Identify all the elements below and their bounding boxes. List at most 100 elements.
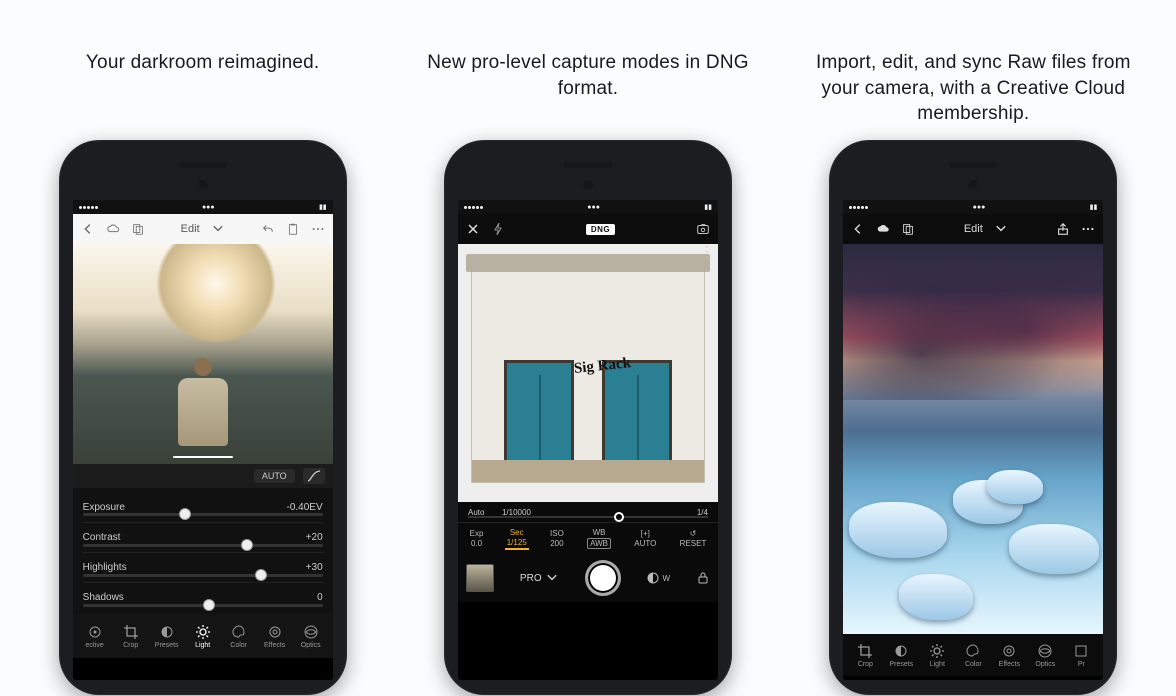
photo-subject xyxy=(178,358,228,446)
cloud-icon[interactable] xyxy=(106,222,120,236)
close-icon[interactable] xyxy=(466,222,480,236)
bottombar-label: ective xyxy=(86,642,104,649)
chevron-down-icon xyxy=(211,222,225,236)
tool-selective[interactable]: ective xyxy=(77,624,113,649)
slider-label: Exposure xyxy=(83,502,125,513)
lock-icon xyxy=(696,571,710,585)
tool-color[interactable]: Color xyxy=(955,643,991,668)
setting-reset[interactable]: ↺RESET xyxy=(678,529,709,548)
tool-light[interactable]: Light xyxy=(185,624,221,649)
setting-sec[interactable]: Sec1/125 xyxy=(505,528,529,550)
switch-camera-icon[interactable] xyxy=(696,222,710,236)
tool-presets[interactable]: Presets xyxy=(149,624,185,649)
tool-color[interactable]: Color xyxy=(221,624,257,649)
photo-preview[interactable] xyxy=(843,244,1103,634)
more-icon[interactable] xyxy=(311,222,325,236)
tone-curve-button[interactable] xyxy=(303,468,325,484)
photo-preview[interactable] xyxy=(73,244,333,464)
slider-value: -0.40EV xyxy=(287,502,323,513)
tool-presets[interactable]: Presets xyxy=(883,643,919,668)
tool-effects[interactable]: Effects xyxy=(991,643,1027,668)
caption-1: Your darkroom reimagined. xyxy=(86,50,319,132)
slider-label: Contrast xyxy=(83,532,121,543)
bottombar-label: Crop xyxy=(123,642,138,649)
slider-shadows[interactable]: Shadows 0 xyxy=(83,582,323,612)
camera-viewfinder[interactable]: Sig Rack ⋮ xyxy=(458,244,718,502)
lock-toggle[interactable] xyxy=(696,571,710,585)
mode-selector[interactable]: PRO xyxy=(520,571,559,585)
histogram-handle[interactable] xyxy=(173,456,233,458)
tool-light[interactable]: Light xyxy=(919,643,955,668)
viewfinder-more-icon[interactable]: ⋮ xyxy=(700,248,714,255)
tool-effects[interactable]: Effects xyxy=(257,624,293,649)
slider-value: +20 xyxy=(306,532,323,543)
setting-iso[interactable]: ISO200 xyxy=(548,529,566,548)
slider-label: Highlights xyxy=(83,562,127,573)
phone-1: ●●●▮▮ Edit xyxy=(59,140,347,695)
copy-icon[interactable] xyxy=(901,222,915,236)
chevron-down-icon xyxy=(994,222,1008,236)
bottombar-label: Light xyxy=(195,642,210,649)
auto-button[interactable]: AUTO xyxy=(254,469,295,483)
undo-icon[interactable] xyxy=(261,222,275,236)
status-bar: ●●●▮▮ xyxy=(73,200,333,214)
slider-value: 0 xyxy=(317,592,323,603)
bottombar-label: Presets xyxy=(889,661,913,668)
edit-title: Edit xyxy=(181,223,200,235)
setting-wb[interactable]: WBAWB xyxy=(585,528,613,549)
bottombar-label: Color xyxy=(230,642,247,649)
camera-topbar: DNG xyxy=(458,214,718,244)
tool-profile[interactable]: Pr xyxy=(1063,643,1099,668)
slider-contrast[interactable]: Contrast +20 xyxy=(83,522,323,552)
bottombar-label: Color xyxy=(965,661,982,668)
setting-focus[interactable]: [+]AUTO xyxy=(632,529,658,548)
bottombar-label: Optics xyxy=(301,642,321,649)
tool-crop[interactable]: Crop xyxy=(113,624,149,649)
cloud-icon[interactable] xyxy=(876,222,890,236)
back-icon[interactable] xyxy=(851,222,865,236)
more-icon[interactable] xyxy=(1081,222,1095,236)
chevron-down-icon xyxy=(545,571,559,585)
edit-topbar: Edit xyxy=(73,214,333,244)
format-badge[interactable]: DNG xyxy=(586,224,615,235)
tool-crop[interactable]: Crop xyxy=(847,643,883,668)
flash-icon[interactable] xyxy=(491,222,505,236)
tool-optics[interactable]: Optics xyxy=(1027,643,1063,668)
slider-exposure[interactable]: Exposure -0.40EV xyxy=(83,492,323,522)
shutter-button[interactable] xyxy=(585,560,621,596)
bottombar-label: Pr xyxy=(1078,661,1085,668)
edit-mode-dropdown[interactable]: Edit xyxy=(964,222,1008,236)
setting-exp[interactable]: Exp0.0 xyxy=(468,529,486,548)
phone-2: ●●●▮▮ DNG Sig Rack xyxy=(444,140,732,695)
edit-topbar: Edit xyxy=(843,214,1103,244)
tool-optics[interactable]: Optics xyxy=(293,624,329,649)
last-photo-thumbnail[interactable] xyxy=(466,564,494,592)
copy-icon[interactable] xyxy=(131,222,145,236)
bottombar-label: Presets xyxy=(155,642,179,649)
back-icon[interactable] xyxy=(81,222,95,236)
share-icon[interactable] xyxy=(1056,222,1070,236)
capture-bar: PRO W xyxy=(458,554,718,602)
edit-title: Edit xyxy=(964,223,983,235)
bottombar-label: Effects xyxy=(264,642,285,649)
clipboard-icon[interactable] xyxy=(286,222,300,236)
edit-mode-dropdown[interactable]: Edit xyxy=(181,222,225,236)
bottombar-label: Optics xyxy=(1035,661,1055,668)
shutter-scale[interactable]: Auto 1/10000 1/4 xyxy=(458,502,718,522)
light-sliders: Exposure -0.40EV Contrast +20 Highlights… xyxy=(73,488,333,614)
capture-settings-row: Exp0.0 Sec1/125 ISO200 WBAWB [+]AUTO ↺RE… xyxy=(458,522,718,554)
status-bar: ●●●▮▮ xyxy=(458,200,718,214)
slider-label: Shadows xyxy=(83,592,124,603)
caption-2: New pro-level capture modes in DNG forma… xyxy=(425,50,750,132)
caption-3: Import, edit, and sync Raw files from yo… xyxy=(811,50,1136,132)
bottombar-label: Effects xyxy=(999,661,1020,668)
bottombar-label: Crop xyxy=(858,661,873,668)
phone-3: ●●●▮▮ Edit xyxy=(829,140,1117,695)
wb-toggle[interactable]: W xyxy=(646,571,670,585)
status-bar: ●●●▮▮ xyxy=(843,200,1103,214)
edit-toolbar: Crop Presets Light Color Effects Optics … xyxy=(843,634,1103,676)
slider-highlights[interactable]: Highlights +30 xyxy=(83,552,323,582)
edit-toolbar: ective Crop Presets Light Color Effects … xyxy=(73,614,333,658)
slider-value: +30 xyxy=(306,562,323,573)
bottombar-label: Light xyxy=(930,661,945,668)
